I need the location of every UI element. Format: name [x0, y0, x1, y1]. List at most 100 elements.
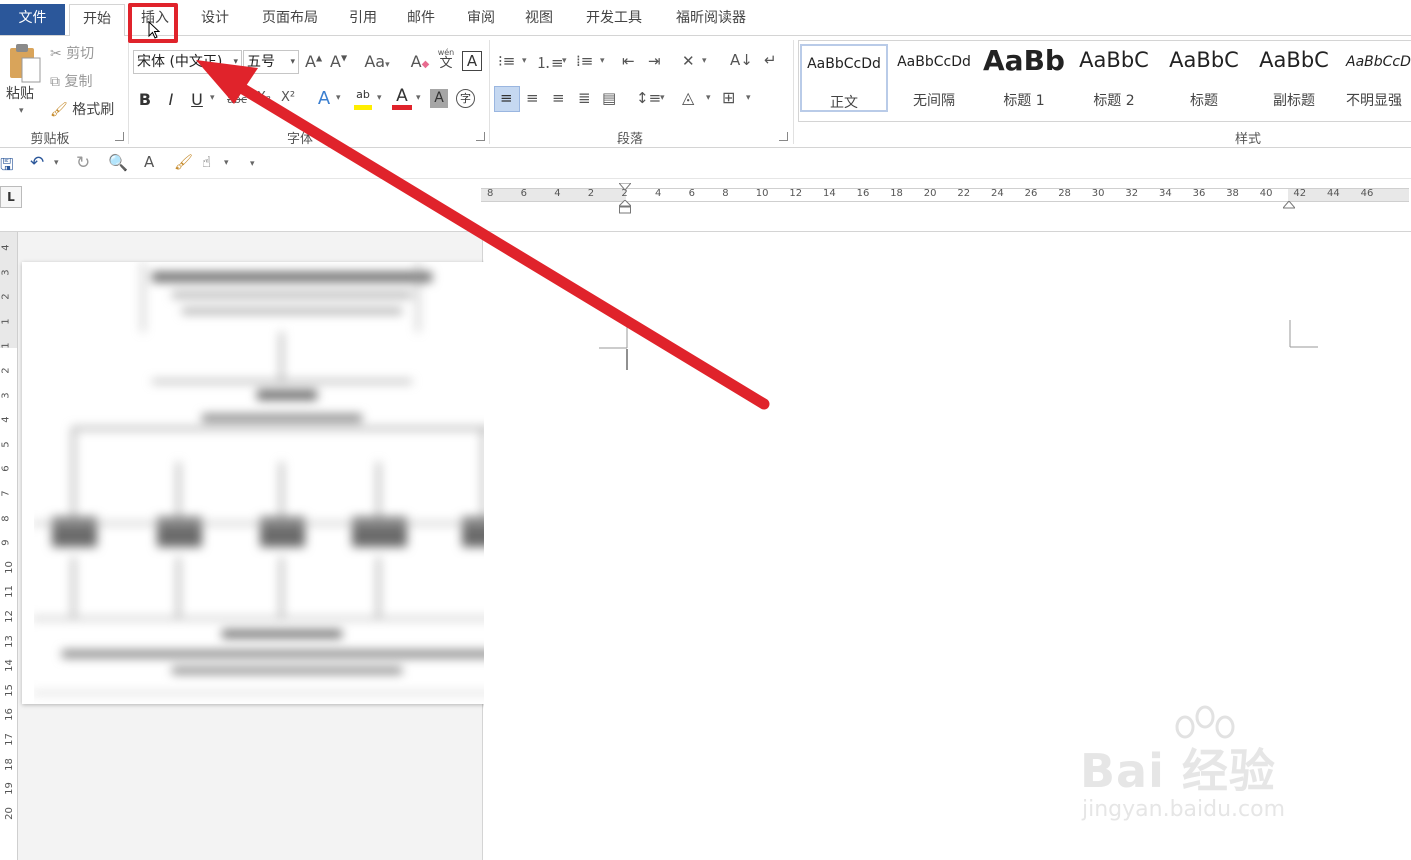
divider — [793, 40, 794, 144]
chevron-down-icon[interactable]: ▾ — [54, 158, 59, 168]
copy-icon: ⧉ — [50, 74, 60, 90]
cut-button[interactable]: ✂ 剪切 — [50, 43, 94, 63]
tab-selector[interactable]: L — [0, 186, 22, 208]
chevron-down-icon[interactable]: ▾ — [706, 93, 711, 103]
style-normal[interactable]: AaBbCcDd 正文 — [800, 44, 888, 112]
style-heading-1[interactable]: AaBb 标题 1 — [980, 44, 1068, 112]
vertical-ruler[interactable]: 4 3 2 1 1 2 3 4 5 6 7 8 9 10 11 12 13 14 15 16 17 18 19 20 — [0, 232, 18, 860]
align-center-icon[interactable]: ≡ — [526, 89, 539, 107]
tab-file[interactable]: 文件 — [0, 4, 65, 35]
chevron-down-icon[interactable]: ▾ — [660, 93, 665, 103]
chevron-down-icon[interactable]: ▾ — [336, 93, 341, 103]
paste-dropdown-icon[interactable]: ▾ — [19, 106, 24, 116]
superscript-button[interactable]: X² — [278, 90, 298, 105]
tab-developer[interactable]: 开发工具 — [576, 4, 652, 36]
shading-icon[interactable]: ◬ — [682, 88, 694, 107]
print-preview-icon[interactable]: 🔍 — [108, 153, 128, 172]
ruler-tick-label: 34 — [1159, 188, 1172, 199]
char-border-button[interactable]: A — [462, 51, 482, 71]
touch-mode-icon[interactable]: ☝ — [202, 153, 211, 171]
style-no-spacing[interactable]: AaBbCcDd 无间隔 — [890, 44, 978, 112]
crop-mark-top-right — [1289, 320, 1318, 348]
bold-button[interactable]: B — [138, 90, 152, 109]
chevron-down-icon[interactable]: ▾ — [416, 93, 421, 103]
ribbon-home: 粘贴 ▾ ✂ 剪切 ⧉ 复制 🖌 格式刷 剪贴板 宋体 (中文正) ▾ 五号 ▾… — [0, 36, 1411, 148]
chevron-down-icon[interactable]: ▾ — [522, 56, 527, 66]
enclose-char-button[interactable]: 字 — [456, 89, 475, 108]
decrease-indent-icon[interactable]: ⇤ — [622, 52, 635, 70]
copy-button[interactable]: ⧉ 复制 — [50, 71, 92, 91]
chinese-layout-icon[interactable]: ✕ — [682, 52, 695, 70]
left-indent-marker[interactable] — [617, 199, 633, 214]
underline-button[interactable]: U — [189, 90, 205, 109]
chevron-down-icon[interactable]: ▾ — [377, 93, 382, 103]
tab-mailings[interactable]: 邮件 — [398, 4, 444, 36]
distribute-icon[interactable]: ▤ — [602, 89, 616, 107]
ruler-tick-label: 15 — [3, 683, 15, 697]
font-name-combo[interactable]: 宋体 (中文正) ▾ — [133, 50, 242, 74]
chevron-down-icon[interactable]: ▾ — [562, 56, 567, 66]
sort-icon[interactable]: A↓ — [730, 51, 753, 69]
chevron-down-icon[interactable]: ▾ — [600, 56, 605, 66]
ruler-tick-label: 13 — [3, 634, 15, 648]
style-subtitle[interactable]: AaBbC 副标题 — [1250, 44, 1338, 112]
line-spacing-icon[interactable]: ↕≡ — [636, 89, 661, 107]
bullets-icon[interactable]: ⁝≡ — [498, 52, 515, 70]
clear-format-icon[interactable]: A◆ — [410, 52, 430, 71]
customize-qat-icon[interactable]: ▾ — [250, 159, 255, 169]
ruler-tick-label: 9 — [0, 539, 12, 546]
ruler-tick-label: 14 — [823, 188, 836, 199]
show-marks-icon[interactable]: ↵ — [764, 51, 777, 69]
highlight-button[interactable]: ab — [352, 88, 374, 110]
chevron-down-icon[interactable]: ▾ — [702, 56, 707, 66]
save-icon[interactable]: 🖫 — [0, 154, 14, 181]
borders-icon[interactable]: ⊞ — [722, 88, 735, 107]
undo-icon[interactable]: ↶ — [30, 153, 44, 173]
char-shading-button[interactable]: A — [430, 89, 448, 108]
strikethrough-button[interactable]: abc — [224, 93, 250, 106]
paste-button[interactable] — [4, 42, 44, 86]
multilevel-list-icon[interactable]: ⁞≡ — [576, 52, 593, 70]
redo-icon[interactable]: ↻ — [76, 153, 90, 173]
font-size-combo[interactable]: 五号 ▾ — [243, 50, 299, 74]
format-painter-button[interactable]: 🖌 格式刷 — [50, 99, 114, 119]
format-painter-icon[interactable]: 🖌 — [174, 153, 193, 171]
numbering-icon[interactable]: ⒈≡ — [536, 52, 564, 73]
ruler-tick-label: 20 — [3, 806, 15, 820]
italic-button[interactable]: I — [164, 90, 178, 109]
chevron-down-icon: ▾ — [290, 57, 295, 67]
first-line-indent-marker[interactable] — [617, 180, 633, 191]
phonetic-guide-button[interactable]: wén 文 — [436, 48, 456, 72]
right-indent-marker[interactable] — [1281, 198, 1297, 209]
change-case-button[interactable]: Aa▾ — [362, 52, 392, 71]
tab-home[interactable]: 开始 — [69, 4, 125, 37]
tab-design[interactable]: 设计 — [192, 4, 238, 36]
subscript-button[interactable]: X₂ — [254, 90, 274, 105]
font-launcher-icon[interactable] — [476, 132, 485, 141]
tab-page-layout[interactable]: 页面布局 — [252, 4, 328, 36]
style-subtle-emphasis[interactable]: AaBbCcD 不明显强调 — [1340, 44, 1411, 112]
shrink-font-icon[interactable]: A▼ — [330, 52, 347, 71]
style-title[interactable]: AaBbC 标题 — [1160, 44, 1248, 112]
tab-view[interactable]: 视图 — [516, 4, 562, 36]
page-thumbnail[interactable] — [22, 262, 547, 704]
ruler-tick-label: 20 — [923, 188, 937, 199]
font-color-button[interactable]: A — [391, 86, 413, 110]
chevron-down-icon[interactable]: ▾ — [224, 158, 229, 168]
justify-icon[interactable]: ≣ — [578, 89, 591, 107]
paragraph-launcher-icon[interactable] — [779, 132, 788, 141]
spelling-icon[interactable]: A — [144, 153, 154, 171]
tab-review[interactable]: 审阅 — [458, 4, 504, 36]
increase-indent-icon[interactable]: ⇥ — [648, 52, 661, 70]
clipboard-launcher-icon[interactable] — [115, 132, 124, 141]
text-effect-button[interactable]: A — [314, 88, 334, 109]
style-heading-2[interactable]: AaBbC 标题 2 — [1070, 44, 1158, 112]
grow-font-icon[interactable]: A▲ — [305, 52, 322, 71]
chevron-down-icon[interactable]: ▾ — [210, 93, 215, 103]
ruler-tick-label: 4 — [0, 416, 12, 423]
align-right-icon[interactable]: ≡ — [552, 89, 565, 107]
tab-foxit-reader[interactable]: 福昕阅读器 — [666, 4, 756, 36]
chevron-down-icon[interactable]: ▾ — [746, 93, 751, 103]
tab-references[interactable]: 引用 — [340, 4, 386, 36]
font-group-label: 字体 — [286, 132, 313, 147]
